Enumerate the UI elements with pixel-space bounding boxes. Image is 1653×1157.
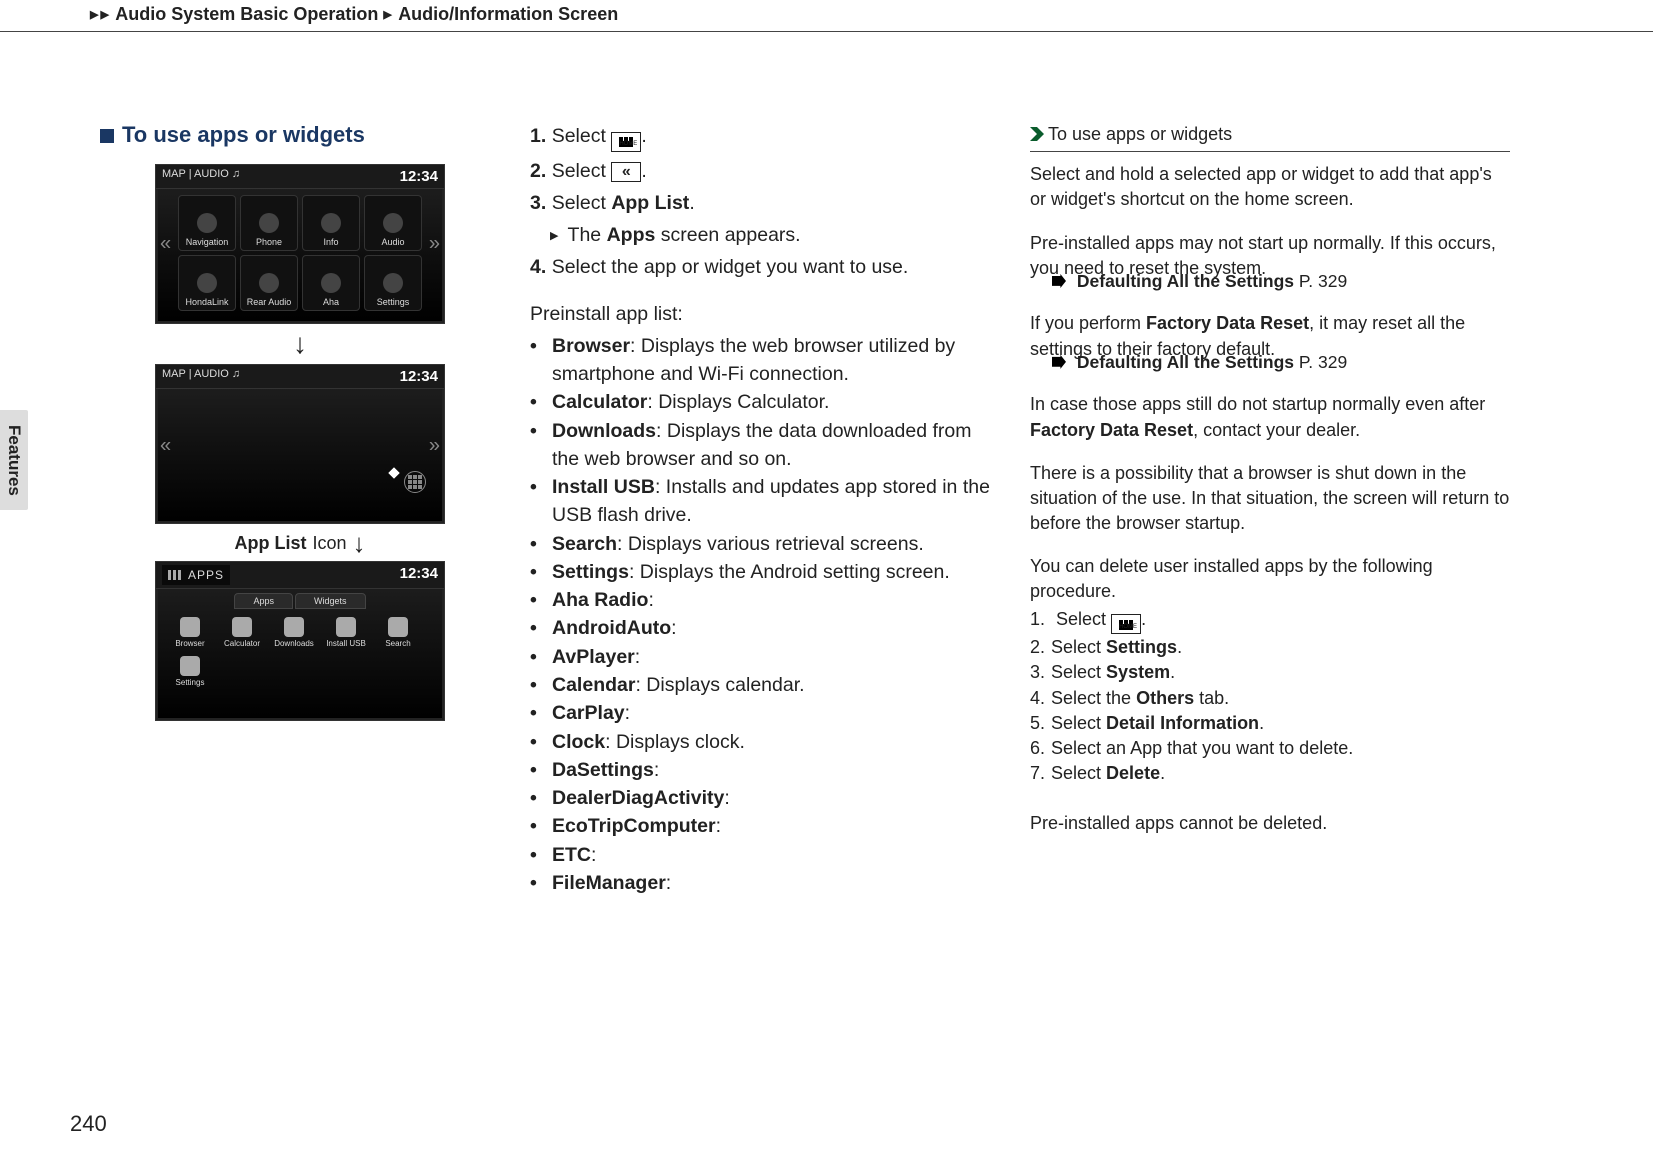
section-title: To use apps or widgets <box>100 122 500 148</box>
tip-paragraph: There is a possibility that a browser is… <box>1030 461 1510 537</box>
page-number: 240 <box>70 1111 107 1137</box>
breadcrumb-level-2: Audio/Information Screen <box>398 4 618 24</box>
breadcrumb: Audio System Basic Operation Audio/Infor… <box>0 0 1653 32</box>
chevron-right-icon: » <box>429 435 440 458</box>
step-4: 4. Select the app or widget you want to … <box>530 253 1000 281</box>
preinstall-app-list: BrowserDisplays the web browser utilized… <box>530 332 1000 897</box>
tips-title: To use apps or widgets <box>1030 122 1510 152</box>
chevron-icon <box>100 4 110 24</box>
chevron-right-icon: » <box>429 233 440 256</box>
app-list-icon <box>404 471 426 493</box>
left-column: To use apps or widgets MAP | AUDIO ♫ 12:… <box>100 122 500 897</box>
chevron-icon <box>90 4 100 24</box>
arrow-down-icon: ↓ <box>293 330 307 358</box>
square-bullet-icon <box>100 129 114 143</box>
step-3-sub: The Apps screen appears. <box>530 221 1000 249</box>
cross-reference: Defaulting All the Settings P. 329 <box>1030 269 1510 294</box>
proc-step: Select Detail Information. <box>1030 711 1510 736</box>
home-icon: HOME <box>1111 614 1141 634</box>
tips-sidebar: To use apps or widgets Select and hold a… <box>1030 122 1510 897</box>
tip-paragraph: Pre-installed apps cannot be deleted. <box>1030 811 1510 836</box>
instructions-column: 1. Select HOME. 2. Select . 3. Select Ap… <box>530 122 1000 897</box>
step-2: 2. Select . <box>530 157 1000 185</box>
proc-step: Select the Others tab. <box>1030 686 1510 711</box>
tip-paragraph: In case those apps still do not startup … <box>1030 392 1510 442</box>
screenshot-home: MAP | AUDIO ♫ 12:34 « » Navigation Phone… <box>155 164 445 324</box>
cross-reference: Defaulting All the Settings P. 329 <box>1030 350 1510 375</box>
proc-step: Select an App that you want to delete. <box>1030 736 1510 761</box>
tip-paragraph: Select and hold a selected app or widget… <box>1030 162 1510 212</box>
screenshot-apps: APPS 12:34 Apps Widgets Browser Calculat… <box>155 561 445 721</box>
delete-procedure: Select HOME. Select Settings. Select Sys… <box>1030 607 1510 787</box>
proc-step: Select Delete. <box>1030 761 1510 786</box>
proc-step: Select System. <box>1030 660 1510 685</box>
proc-step: Select HOME. <box>1030 607 1510 636</box>
double-chevron-left-icon <box>611 162 641 182</box>
chevron-left-icon: « <box>160 435 171 458</box>
preinstall-heading: Preinstall app list: <box>530 300 1000 328</box>
chevron-icon <box>383 4 393 24</box>
app-list-callout: App List Icon ↓ <box>234 528 365 559</box>
tip-paragraph: You can delete user installed apps by th… <box>1030 554 1510 604</box>
home-icon: HOME <box>611 132 641 152</box>
step-3: 3. Select App List. <box>530 189 1000 217</box>
step-1: 1. Select HOME. <box>530 122 1000 153</box>
proc-step: Select Settings. <box>1030 635 1510 660</box>
breadcrumb-level-1: Audio System Basic Operation <box>115 4 378 24</box>
screenshot-blank: MAP | AUDIO ♫ 12:34 « » <box>155 364 445 524</box>
chevron-left-icon: « <box>160 233 171 256</box>
